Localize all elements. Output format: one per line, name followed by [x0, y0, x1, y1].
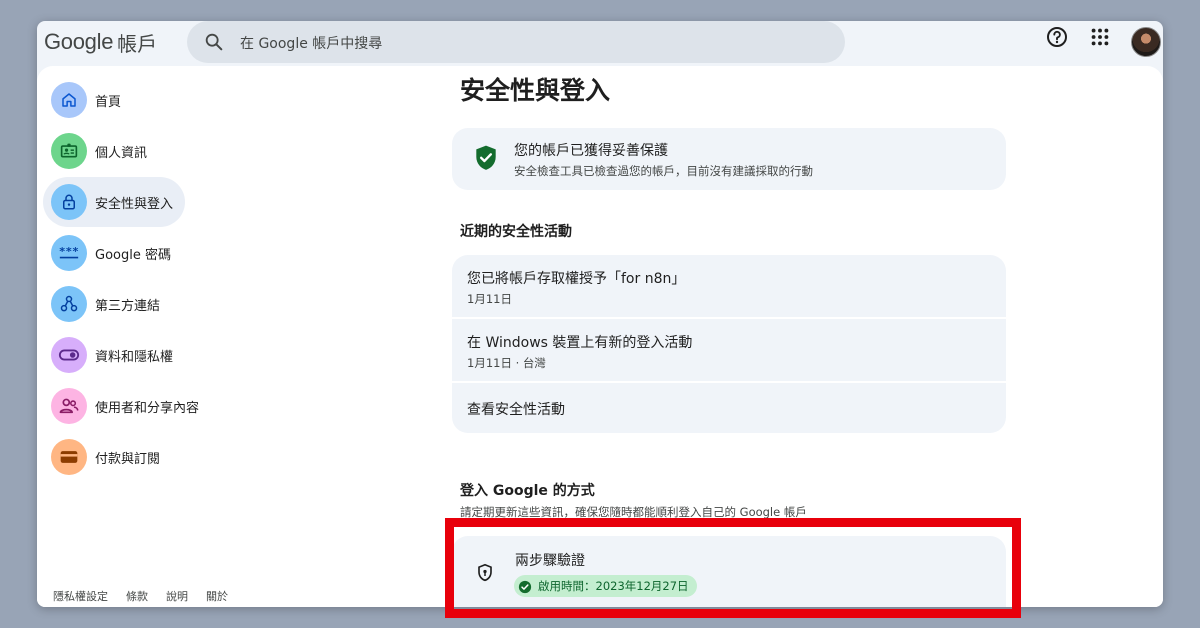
password-icon: *** — [51, 235, 87, 271]
footer-link-about[interactable]: 關於 — [206, 588, 228, 604]
activity-title: 您已將帳戶存取權授予「for n8n」 — [467, 271, 686, 287]
sidebar-item-passwords[interactable]: *** Google 密碼 — [43, 228, 185, 278]
sidebar-item-label: 付款與訂閱 — [95, 452, 161, 467]
google-account-logo[interactable]: Google 帳戶 — [44, 29, 158, 56]
home-icon — [51, 82, 87, 118]
lock-icon — [51, 184, 87, 220]
sidebar-item-security[interactable]: 安全性與登入 — [43, 177, 185, 227]
activity-title: 在 Windows 裝置上有新的登入活動 — [467, 335, 693, 351]
activity-title: 查看安全性活動 — [467, 402, 565, 418]
protection-subtitle: 安全檢查工具已檢查過您的帳戶，目前沒有建議採取的行動 — [514, 164, 813, 178]
shield-outline-icon — [476, 563, 494, 583]
footer-link-help[interactable]: 說明 — [166, 588, 188, 604]
sidebar-item-personal-info[interactable]: 個人資訊 — [43, 126, 185, 176]
sidebar-item-label: 使用者和分享內容 — [95, 401, 200, 416]
toggle-icon — [51, 337, 87, 373]
wallet-icon — [51, 439, 87, 475]
sidebar-nav: 首頁 個人資訊 安全性與登入 *** Google 密碼 第三方連結 資料和隱私… — [43, 75, 213, 483]
avatar[interactable] — [1131, 27, 1161, 57]
sidebar-item-home[interactable]: 首頁 — [43, 75, 185, 125]
brand-product: 帳戶 — [117, 31, 158, 56]
sidebar-item-label: Google 密碼 — [95, 248, 171, 263]
brand-google: Google — [44, 29, 114, 54]
svg-text:***: *** — [59, 246, 79, 258]
shield-check-icon — [473, 144, 499, 172]
footer-links: 隱私權設定 條款 說明 關於 — [53, 588, 228, 604]
apps-grid-icon[interactable] — [1089, 26, 1111, 48]
sidebar-item-third-party[interactable]: 第三方連結 — [43, 279, 185, 329]
activity-item[interactable]: 您已將帳戶存取權授予「for n8n」 1月11日 — [452, 255, 1006, 317]
connections-icon — [51, 286, 87, 322]
top-bar: Google 帳戶 在 Google 帳戶中搜尋 — [37, 21, 1163, 66]
activity-date: 1月11日 · 台灣 — [467, 356, 546, 370]
content-panel: 首頁 個人資訊 安全性與登入 *** Google 密碼 第三方連結 資料和隱私… — [37, 66, 1163, 607]
two-step-verification-card[interactable]: 兩步驟驗證 啟用時間：2023年12月27日 — [452, 536, 1006, 607]
signin-methods-subtitle: 請定期更新這些資訊，確保您隨時都能順利登入自己的 Google 帳戶 — [460, 505, 807, 519]
search-input[interactable]: 在 Google 帳戶中搜尋 — [240, 33, 382, 53]
signin-methods-heading: 登入 Google 的方式 — [460, 483, 595, 499]
status-badge-text: 啟用時間：2023年12月27日 — [538, 579, 689, 593]
sidebar-item-label: 安全性與登入 — [95, 197, 174, 212]
search-bar[interactable]: 在 Google 帳戶中搜尋 — [187, 21, 845, 63]
view-security-activity-link[interactable]: 查看安全性活動 — [452, 383, 1006, 433]
sidebar-item-label: 個人資訊 — [95, 146, 148, 161]
activity-date: 1月11日 — [467, 292, 512, 306]
recent-activity-list: 您已將帳戶存取權授予「for n8n」 1月11日 在 Windows 裝置上有… — [452, 255, 1006, 433]
recent-activity-heading: 近期的安全性活動 — [460, 224, 572, 240]
protection-title: 您的帳戶已獲得妥善保護 — [514, 143, 668, 159]
sidebar-item-data-privacy[interactable]: 資料和隱私權 — [43, 330, 185, 380]
status-badge: 啟用時間：2023年12月27日 — [514, 575, 697, 597]
check-circle-icon — [518, 579, 532, 594]
sidebar-item-label: 第三方連結 — [95, 299, 161, 314]
sidebar-item-label: 首頁 — [95, 95, 122, 110]
main-content: 安全性與登入 您的帳戶已獲得妥善保護 安全檢查工具已檢查過您的帳戶，目前沒有建議… — [452, 66, 1012, 607]
search-icon[interactable] — [203, 31, 225, 53]
protection-status-card[interactable]: 您的帳戶已獲得妥善保護 安全檢查工具已檢查過您的帳戶，目前沒有建議採取的行動 — [452, 128, 1006, 190]
activity-item[interactable]: 在 Windows 裝置上有新的登入活動 1月11日 · 台灣 — [452, 319, 1006, 381]
sidebar-item-label: 資料和隱私權 — [95, 350, 174, 365]
two-step-title: 兩步驟驗證 — [515, 553, 585, 569]
help-icon[interactable] — [1045, 25, 1069, 49]
page-title: 安全性與登入 — [460, 76, 611, 105]
people-icon — [51, 388, 87, 424]
footer-link-terms[interactable]: 條款 — [126, 588, 148, 604]
sidebar-item-people-sharing[interactable]: 使用者和分享內容 — [43, 381, 199, 431]
browser-window: Google 帳戶 在 Google 帳戶中搜尋 首頁 個人資訊 安全性與登入 … — [37, 21, 1163, 607]
id-card-icon — [51, 133, 87, 169]
footer-link-privacy[interactable]: 隱私權設定 — [53, 588, 108, 604]
sidebar-item-payments[interactable]: 付款與訂閱 — [43, 432, 185, 482]
